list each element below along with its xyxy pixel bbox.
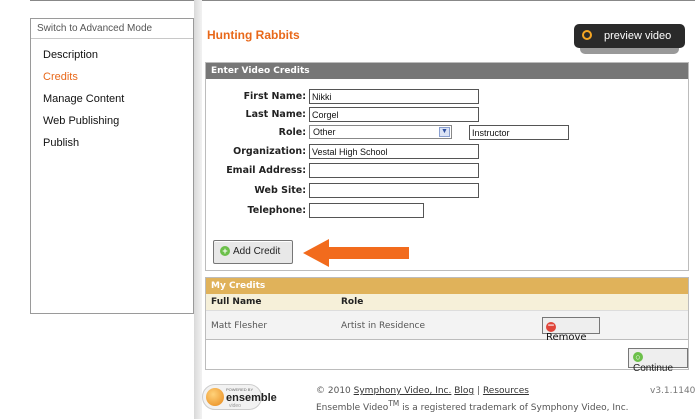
telephone-input[interactable] (309, 203, 424, 218)
footer: POWERED BY ensemble video © 2010 Symphon… (202, 378, 695, 419)
add-credit-button[interactable]: + Add Credit (213, 240, 293, 264)
credit-full-name: Matt Flesher (211, 321, 268, 331)
column-role: Role (341, 297, 364, 307)
resources-link[interactable]: Resources (483, 386, 529, 396)
page-title: Hunting Rabbits (207, 28, 300, 42)
sidebar-item-publish[interactable]: Publish (31, 132, 193, 154)
sidebar: Switch to Advanced Mode Description Cred… (30, 18, 194, 314)
search-icon (582, 30, 592, 40)
credit-role: Artist in Residence (341, 321, 426, 331)
role-selected-value: Other (313, 127, 336, 137)
organization-input[interactable] (309, 144, 479, 159)
role-select[interactable]: Other ▼ (309, 125, 452, 139)
ensemble-logo: POWERED BY ensemble video (202, 384, 277, 410)
remove-credit-button[interactable]: −Remove (542, 317, 600, 343)
sidebar-nav: Description Credits Manage Content Web P… (31, 39, 193, 154)
sidebar-item-manage-content[interactable]: Manage Content (31, 88, 193, 110)
first-name-input[interactable] (309, 89, 479, 104)
logo-mark-icon (206, 388, 224, 406)
first-name-label: First Name: (243, 91, 306, 102)
website-input[interactable] (309, 183, 479, 198)
sidebar-item-description[interactable]: Description (31, 44, 193, 66)
orange-arrow-icon (303, 239, 409, 267)
footer-copyright-line: © 2010 Symphony Video, Inc. Blog | Resou… (316, 386, 529, 396)
preview-video-label: preview video (604, 30, 672, 42)
plus-icon: + (220, 246, 230, 256)
last-name-label: Last Name: (245, 109, 306, 120)
advanced-mode-link[interactable]: Switch to Advanced Mode (31, 19, 193, 39)
role-label: Role: (278, 127, 306, 138)
my-credits-panel: My Credits Full Name Role Matt Flesher A… (205, 277, 689, 343)
button-reflection (580, 48, 679, 54)
continue-button[interactable]: ○Continue (628, 348, 688, 374)
enter-credits-panel: Enter Video Credits First Name: Last Nam… (205, 62, 689, 271)
preview-video-button[interactable]: preview video (574, 24, 685, 54)
logo-sub: video (229, 403, 241, 409)
website-label: Web Site: (254, 185, 306, 196)
organization-label: Organization: (233, 146, 306, 157)
credits-column-headers: Full Name Role (206, 294, 688, 310)
email-input[interactable] (309, 163, 479, 178)
footer-trademark-line: Ensemble VideoTM is a registered tradema… (316, 399, 629, 413)
company-link[interactable]: Symphony Video, Inc. (354, 386, 452, 396)
column-divider (194, 0, 202, 419)
blog-link[interactable]: Blog (454, 386, 474, 396)
minus-icon: − (546, 321, 556, 332)
app-frame: Switch to Advanced Mode Description Cred… (0, 0, 695, 419)
continue-area: ○Continue (205, 340, 689, 374)
table-row: Matt Flesher Artist in Residence −Remove (206, 310, 688, 343)
add-credit-label: Add Credit (233, 246, 281, 257)
sidebar-item-credits[interactable]: Credits (31, 66, 193, 88)
main-content: Hunting Rabbits preview video Enter Vide… (202, 0, 695, 419)
footer-separator: | (477, 386, 481, 396)
column-full-name: Full Name (211, 297, 262, 307)
enter-credits-header: Enter Video Credits (206, 63, 688, 79)
trademark-product: Ensemble Video (316, 403, 389, 413)
version-label: v3.1.1140 (650, 386, 695, 396)
email-label: Email Address: (226, 165, 306, 176)
sidebar-item-web-publishing[interactable]: Web Publishing (31, 110, 193, 132)
chevron-down-icon[interactable]: ▼ (439, 127, 450, 137)
last-name-input[interactable] (309, 107, 479, 122)
go-icon: ○ (633, 352, 643, 362)
telephone-label: Telephone: (247, 205, 306, 216)
my-credits-header: My Credits (206, 278, 688, 294)
copyright-text: © 2010 (316, 386, 351, 396)
role-other-input[interactable] (469, 125, 569, 140)
trademark-text: is a registered trademark of Symphony Vi… (399, 403, 629, 413)
continue-label: Continue (633, 363, 674, 374)
trademark-symbol: TM (388, 399, 400, 408)
